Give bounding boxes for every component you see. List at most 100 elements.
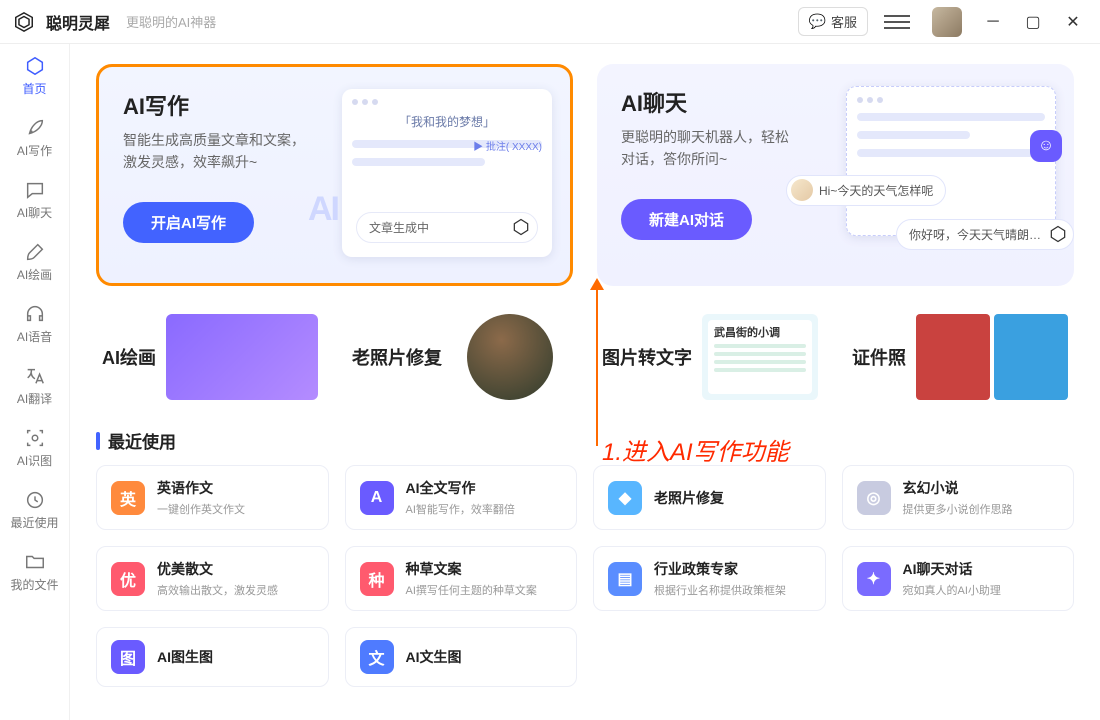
new-chat-button[interactable]: 新建AI对话 — [621, 199, 752, 240]
tile-title: AI绘画 — [102, 344, 156, 370]
sidebar-label: 我的文件 — [10, 576, 58, 593]
annotation-arrow-line — [596, 286, 598, 446]
hero-card-chat[interactable]: AI聊天 更聪明的聊天机器人，轻松 对话，答你所问~ 新建AI对话 ☺ Hi~今… — [597, 64, 1074, 286]
sidebar-item-vision[interactable]: AI识图 — [0, 416, 69, 478]
recent-item-title: 行业政策专家 — [654, 559, 786, 579]
clock-icon — [23, 488, 47, 512]
write-preview: AI 「我和我的梦想」 ▶ 批注( XXXX) 文章生成中 — [342, 89, 552, 257]
tile-img2text[interactable]: 图片转文字 武昌街的小调 — [596, 304, 824, 410]
recent-item-sub: AI撰写任何主题的种草文案 — [406, 582, 537, 598]
app-logo — [12, 10, 36, 34]
sidebar-label: AI语音 — [17, 328, 52, 345]
hexagon-icon — [511, 217, 531, 237]
preview-status: 文章生成中 — [356, 212, 538, 243]
recent-item-title: 种草文案 — [406, 559, 537, 579]
sidebar-item-write[interactable]: AI写作 — [0, 106, 69, 168]
hexagon-icon — [23, 54, 47, 78]
preview-note: ▶ 批注( XXXX) — [473, 138, 542, 153]
scan-icon — [23, 426, 47, 450]
emoji-avatar-icon — [791, 179, 813, 201]
tile-restore[interactable]: 老照片修复 — [346, 304, 574, 410]
close-button[interactable]: ✕ — [1058, 7, 1088, 37]
recent-item-title: 老照片修复 — [654, 488, 724, 508]
recent-item-title: AI图生图 — [157, 647, 213, 667]
annotation-text: 1.进入AI写作功能 — [602, 432, 789, 467]
preview-user-bubble: Hi~今天的天气怎样呢 — [786, 175, 946, 206]
recent-item-sub: 提供更多小说创作思路 — [903, 501, 1013, 517]
sidebar-label: AI识图 — [17, 452, 52, 469]
sidebar-item-translate[interactable]: AI翻译 — [0, 354, 69, 416]
tile-thumb — [467, 314, 553, 400]
sidebar-item-recent[interactable]: 最近使用 — [0, 478, 69, 540]
recent-item-icon: ◆ — [608, 481, 642, 515]
recent-item-icon: ◎ — [857, 481, 891, 515]
tile-idphoto[interactable]: 证件照 — [846, 304, 1074, 410]
tile-thumb: 武昌街的小调 — [702, 314, 818, 400]
recent-item-sub: AI智能写作，效率翻倍 — [406, 501, 515, 517]
recent-item[interactable]: ▤ 行业政策专家 根据行业名称提供政策框架 — [593, 546, 826, 611]
cs-label: 客服 — [831, 12, 857, 31]
recent-item-icon: ✦ — [857, 562, 891, 596]
tile-title: 证件照 — [852, 344, 906, 370]
tile-thumb — [916, 314, 1068, 400]
recent-item[interactable]: 图 AI图生图 — [96, 627, 329, 687]
section-title: 最近使用 — [108, 428, 176, 453]
preview-ai-bubble: 你好呀，今天天气晴朗… — [896, 219, 1074, 250]
recent-item[interactable]: ◆ 老照片修复 — [593, 465, 826, 530]
preview-doc-title: 「我和我的梦想」 — [352, 113, 542, 130]
sidebar-item-chat[interactable]: AI聊天 — [0, 168, 69, 230]
chat-preview: ☺ Hi~今天的天气怎样呢 你好呀，今天天气晴朗… — [816, 86, 1056, 254]
customer-service-button[interactable]: 💬 客服 — [798, 7, 868, 36]
tile-paint[interactable]: AI绘画 — [96, 304, 324, 410]
recent-item-icon: 英 — [111, 481, 145, 515]
chat-bubble-icon: 💬 — [809, 13, 826, 30]
sidebar-item-files[interactable]: 我的文件 — [0, 540, 69, 602]
recent-item-title: 玄幻小说 — [903, 478, 1013, 498]
minimize-button[interactable]: ─ — [978, 7, 1008, 37]
maximize-button[interactable]: ▢ — [1018, 7, 1048, 37]
feature-tiles: AI绘画 老照片修复 图片转文字 武昌街的小调 证件照 — [96, 304, 1074, 410]
recent-item[interactable]: ✦ AI聊天对话 宛如真人的AI小助理 — [842, 546, 1075, 611]
app-title: 聪明灵犀 — [46, 10, 110, 34]
sidebar: 首页 AI写作 AI聊天 AI绘画 AI语音 AI翻译 AI识图 最近使用 — [0, 44, 70, 720]
folder-icon — [23, 550, 47, 574]
feather-icon — [23, 116, 47, 140]
main-content: AI写作 智能生成高质量文章和文案， 激发灵感，效率飙升~ 开启AI写作 AI … — [70, 44, 1100, 720]
sidebar-label: AI写作 — [17, 142, 52, 159]
recent-item[interactable]: ◎ 玄幻小说 提供更多小说创作思路 — [842, 465, 1075, 530]
ai-watermark: AI — [308, 190, 338, 229]
recent-item[interactable]: 优 优美散文 高效输出散文，激发灵感 — [96, 546, 329, 611]
recent-item-title: 英语作文 — [157, 478, 245, 498]
recent-item-icon: 优 — [111, 562, 145, 596]
recent-item-sub: 宛如真人的AI小助理 — [903, 582, 1001, 598]
thumb-doc-title: 武昌街的小调 — [714, 324, 806, 340]
recent-item-title: AI聊天对话 — [903, 559, 1001, 579]
sidebar-label: AI绘画 — [17, 266, 52, 283]
sidebar-label: 首页 — [22, 80, 46, 97]
tile-thumb — [166, 314, 318, 400]
recent-item[interactable]: 种 种草文案 AI撰写任何主题的种草文案 — [345, 546, 578, 611]
chat-icon — [23, 178, 47, 202]
chat-fab-icon: ☺ — [1030, 130, 1062, 162]
recent-item-sub: 一键创作英文作文 — [157, 501, 245, 517]
sidebar-item-paint[interactable]: AI绘画 — [0, 230, 69, 292]
tile-title: 老照片修复 — [352, 344, 442, 370]
recent-item[interactable]: A AI全文写作 AI智能写作，效率翻倍 — [345, 465, 578, 530]
recent-item-title: AI全文写作 — [406, 478, 515, 498]
headphone-icon — [23, 302, 47, 326]
recent-item-icon: 文 — [360, 640, 394, 674]
translate-icon — [23, 364, 47, 388]
sidebar-item-voice[interactable]: AI语音 — [0, 292, 69, 354]
titlebar: 聪明灵犀 更聪明的AI神器 💬 客服 ─ ▢ ✕ — [0, 0, 1100, 44]
recent-item[interactable]: 英 英语作文 一键创作英文作文 — [96, 465, 329, 530]
recent-item-icon: ▤ — [608, 562, 642, 596]
sidebar-item-home[interactable]: 首页 — [0, 44, 69, 106]
hero-card-write[interactable]: AI写作 智能生成高质量文章和文案， 激发灵感，效率飙升~ 开启AI写作 AI … — [96, 64, 573, 286]
user-avatar[interactable] — [932, 7, 962, 37]
recent-item-sub: 高效输出散文，激发灵感 — [157, 582, 278, 598]
recent-item-icon: A — [360, 481, 394, 515]
sidebar-label: AI聊天 — [17, 204, 52, 221]
menu-button[interactable] — [884, 9, 910, 35]
start-write-button[interactable]: 开启AI写作 — [123, 202, 254, 243]
recent-item[interactable]: 文 AI文生图 — [345, 627, 578, 687]
